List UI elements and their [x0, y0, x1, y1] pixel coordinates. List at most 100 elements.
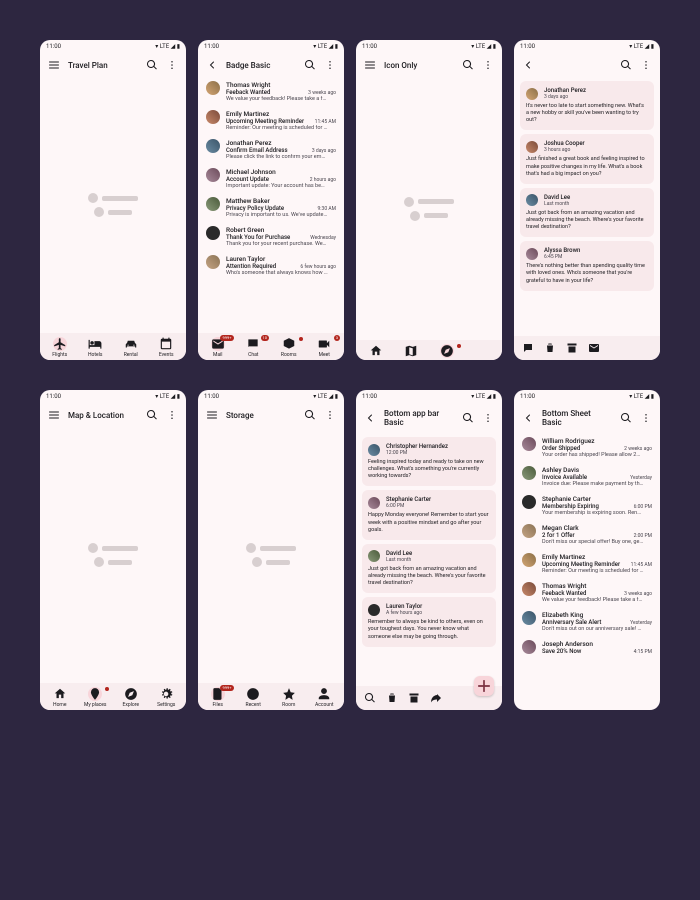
nav-item[interactable]: Events — [149, 337, 185, 358]
nav-item[interactable]: 999+ Mail — [200, 337, 236, 358]
nav-item[interactable]: 10 Chat — [236, 337, 272, 358]
top-app-bar — [514, 53, 660, 77]
status-time: 11:00 — [46, 393, 61, 400]
nav-item[interactable]: Flights — [42, 337, 78, 358]
feed-card[interactable]: David Lee Last month Just got back from … — [520, 188, 654, 237]
forward-icon[interactable] — [430, 692, 442, 704]
avatar — [522, 640, 536, 654]
menu-icon[interactable] — [48, 409, 60, 421]
card-name: David Lee — [544, 194, 570, 201]
search-icon[interactable] — [146, 409, 158, 421]
nav-item[interactable]: My places — [78, 687, 114, 708]
nav-item[interactable]: Rooms — [271, 337, 307, 358]
nav-label: Explore — [123, 702, 140, 708]
phone-storage: 11:00 ▾ LTE ◢ ▮ Storage 999+ Files Recen… — [198, 390, 344, 710]
status-time: 11:00 — [204, 43, 219, 50]
back-icon[interactable] — [522, 59, 534, 71]
search-icon[interactable] — [304, 409, 316, 421]
list-item[interactable]: Emily Martinez Upcoming Meeting Reminder… — [514, 549, 660, 578]
list-item[interactable]: Thomas Wright Feeback Wanted3 weeks ago … — [514, 578, 660, 607]
nav-item[interactable]: Explore — [113, 687, 149, 708]
list-item[interactable]: Lauren Taylor Attention Required6 few ho… — [198, 251, 344, 280]
more-icon[interactable] — [166, 409, 178, 421]
archive-icon[interactable] — [566, 342, 578, 354]
feed-card[interactable]: David Lee Last month Just got back from … — [362, 544, 496, 593]
more-icon[interactable] — [640, 412, 652, 424]
more-icon[interactable] — [482, 412, 494, 424]
feed-card[interactable]: Joshua Cooper 3 hours ago Just finished … — [520, 134, 654, 183]
feed-card[interactable]: Jonathan Perez 3 days ago It's never too… — [520, 81, 654, 130]
search-icon[interactable] — [146, 59, 158, 71]
list-item[interactable]: Megan Clark 2 for 1 Offer2:00 PM Don't m… — [514, 520, 660, 549]
menu-icon[interactable] — [48, 59, 60, 71]
search-icon[interactable] — [462, 412, 474, 424]
nav-item[interactable] — [358, 344, 394, 358]
list-item[interactable]: Robert Green Thank You for PurchaseWedne… — [198, 222, 344, 251]
menu-icon[interactable] — [206, 409, 218, 421]
menu-icon[interactable] — [364, 59, 376, 71]
archive-icon[interactable] — [408, 692, 420, 704]
feed-card[interactable]: Alyssa Brown 6:45 PM There's nothing bet… — [520, 241, 654, 290]
page-title: Icon Only — [384, 61, 454, 70]
list-item[interactable]: Thomas Wright Feeback Wanted3 weeks ago … — [198, 77, 344, 106]
item-preview: Who's someone that always knows how … — [226, 270, 336, 276]
nav-item[interactable]: 3 Meet — [307, 337, 343, 358]
search-icon[interactable] — [304, 59, 316, 71]
back-icon[interactable] — [364, 412, 376, 424]
nav-item[interactable]: Settings — [149, 687, 185, 708]
card-text: Just finished a great book and feeling i… — [526, 156, 648, 177]
top-app-bar: Icon Only — [356, 53, 502, 77]
status-bar: 11:00 ▾ LTE ◢ ▮ — [198, 40, 344, 53]
list-item[interactable]: Matthew Baker Privacy Policy Update9:30 … — [198, 193, 344, 222]
nav-item[interactable]: Room — [271, 687, 307, 708]
nav-label: Home — [53, 702, 66, 708]
nav-item[interactable] — [465, 344, 501, 358]
more-icon[interactable] — [482, 59, 494, 71]
feed-card[interactable]: Lauren Taylor A few hours ago Remember t… — [362, 597, 496, 646]
more-icon[interactable] — [324, 59, 336, 71]
nav-item[interactable]: Account — [307, 687, 343, 708]
more-icon[interactable] — [166, 59, 178, 71]
card-text: Feeling inspired today and ready to take… — [368, 459, 490, 480]
search-icon[interactable] — [620, 412, 632, 424]
feed-card[interactable]: Christopher Hernandez 12:00 PM Feeling i… — [362, 437, 496, 486]
list-item[interactable]: Michael Johnson Account Update2 hours ag… — [198, 164, 344, 193]
list-item[interactable]: Ashley Davis Invoice AvailableYesterday … — [514, 462, 660, 491]
phone-feed: 11:00 ▾ LTE ◢ ▮ Jonathan Perez 3 days ag… — [514, 40, 660, 360]
fab-add[interactable] — [474, 676, 494, 696]
list-item[interactable]: Jonathan Perez Confirm Email Address3 da… — [198, 135, 344, 164]
search-icon[interactable] — [462, 59, 474, 71]
status-time: 11:00 — [520, 393, 535, 400]
feed-card[interactable]: Stephanie Carter 6:00 PM Happy Monday ev… — [362, 490, 496, 539]
item-preview: Don't miss our special offer! Buy one, g… — [542, 539, 652, 545]
item-name: William Rodriguez — [542, 437, 595, 445]
card-text: It's never too late to start something n… — [526, 103, 648, 124]
back-icon[interactable] — [522, 412, 534, 424]
back-icon[interactable] — [206, 59, 218, 71]
more-icon[interactable] — [640, 59, 652, 71]
list-item[interactable]: Emily Martinez Upcoming Meeting Reminder… — [198, 106, 344, 135]
list-item[interactable]: Joseph Anderson Save 20% Now4:15 PM — [514, 636, 660, 659]
nav-item[interactable] — [429, 344, 465, 358]
trash-icon[interactable] — [544, 342, 556, 354]
nav-item[interactable]: Rental — [113, 337, 149, 358]
comment-icon[interactable] — [522, 342, 534, 354]
nav-item[interactable] — [394, 344, 430, 358]
list-item[interactable]: Elizabeth King Anniversary Sale AlertYes… — [514, 607, 660, 636]
nav-item[interactable]: Home — [42, 687, 78, 708]
status-icons: ▾ LTE ◢ ▮ — [471, 393, 496, 400]
search-icon[interactable] — [364, 692, 376, 704]
item-name: Jonathan Perez — [226, 139, 272, 147]
nav-item[interactable]: Hotels — [78, 337, 114, 358]
list-item[interactable]: Stephanie Carter Membership Expiring6:00… — [514, 491, 660, 520]
mail-icon[interactable] — [588, 342, 600, 354]
files-icon: 999+ — [211, 687, 225, 701]
nav-label: Flights — [52, 352, 67, 358]
top-app-bar: Badge Basic — [198, 53, 344, 77]
trash-icon[interactable] — [386, 692, 398, 704]
nav-item[interactable]: Recent — [236, 687, 272, 708]
more-icon[interactable] — [324, 409, 336, 421]
list-item[interactable]: William Rodriguez Order Shipped2 weeks a… — [514, 433, 660, 462]
nav-item[interactable]: 999+ Files — [200, 687, 236, 708]
search-icon[interactable] — [620, 59, 632, 71]
